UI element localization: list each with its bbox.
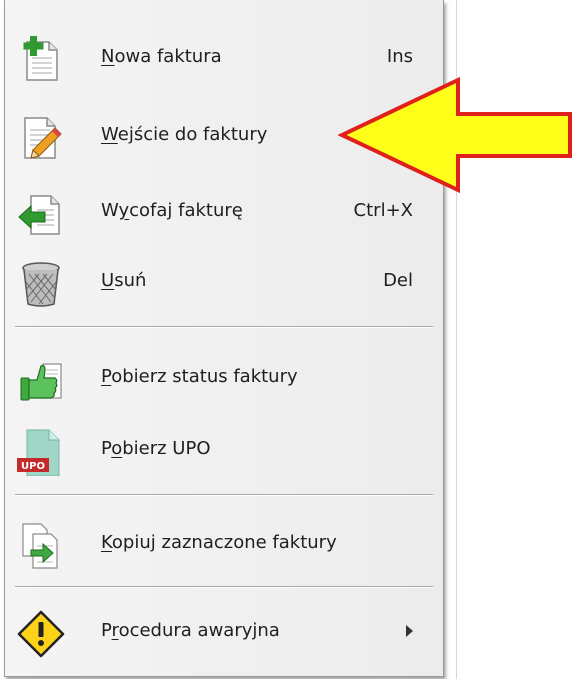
upo-badge-text: UPO [21, 461, 45, 472]
menu-separator [15, 326, 433, 327]
new-document-plus-icon [17, 36, 65, 84]
menu-separator [15, 586, 433, 587]
menu-item-label: Pobierz UPO [101, 438, 211, 459]
thumbs-up-document-icon [17, 356, 65, 404]
upo-document-icon: UPO [17, 428, 65, 477]
menu-item-label: Usuń [101, 270, 147, 291]
warning-diamond-icon [17, 610, 65, 658]
document-withdraw-arrow-icon [17, 190, 65, 238]
menu-separator [15, 494, 433, 495]
menu-item-emergency-procedure[interactable]: Procedura awaryjna [5, 598, 443, 664]
menu-item-label: Procedura awaryjna [101, 620, 280, 641]
trash-bin-icon [17, 260, 65, 308]
menu-item-get-upo[interactable]: UPO Pobierz UPO [5, 416, 443, 482]
menu-item-label: Nowa faktura [101, 46, 222, 67]
copy-documents-arrow-icon [17, 522, 65, 570]
menu-item-shortcut: Del [383, 270, 413, 291]
highlight-arrow-icon [338, 76, 572, 194]
submenu-arrow-icon [406, 625, 413, 637]
menu-item-delete[interactable]: Usuń Del [5, 248, 443, 314]
menu-item-get-invoice-status[interactable]: Pobierz status faktury [5, 344, 443, 410]
menu-item-label: Wejście do faktury [101, 124, 268, 145]
menu-item-label: Kopiuj zaznaczone faktury [101, 532, 337, 553]
document-edit-pencil-icon [17, 114, 65, 162]
menu-item-copy-selected-invoices[interactable]: Kopiuj zaznaczone faktury [5, 510, 443, 576]
menu-item-label: Pobierz status faktury [101, 366, 298, 387]
menu-item-label: Wycofaj fakturę [101, 200, 243, 221]
